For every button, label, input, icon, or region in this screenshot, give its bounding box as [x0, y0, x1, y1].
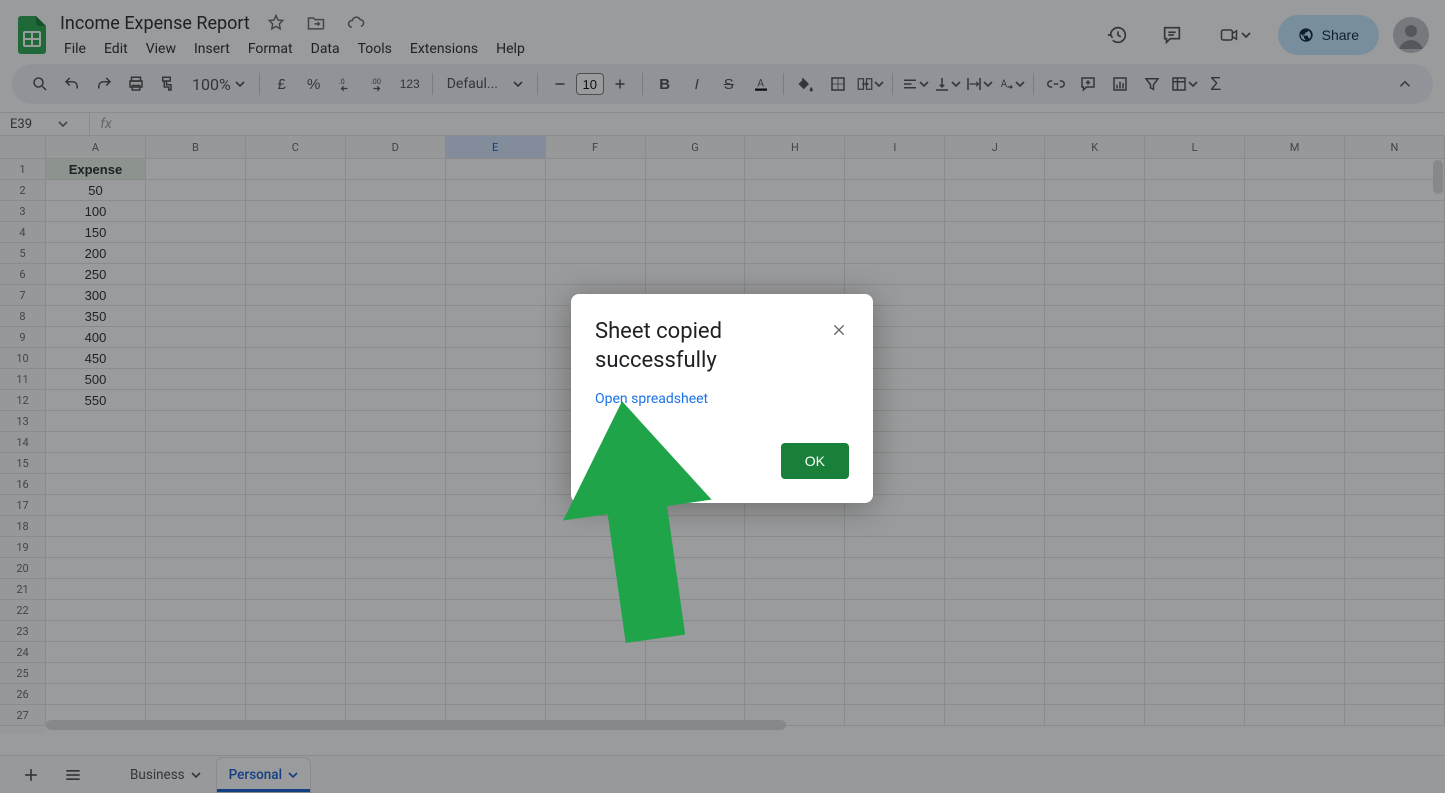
dialog-title: Sheet copied successfully — [595, 318, 849, 375]
ok-button[interactable]: OK — [781, 443, 849, 479]
copy-success-dialog: Sheet copied successfully Open spreadshe… — [571, 294, 873, 503]
close-icon[interactable] — [825, 316, 853, 344]
open-spreadsheet-link[interactable]: Open spreadsheet — [595, 391, 708, 407]
